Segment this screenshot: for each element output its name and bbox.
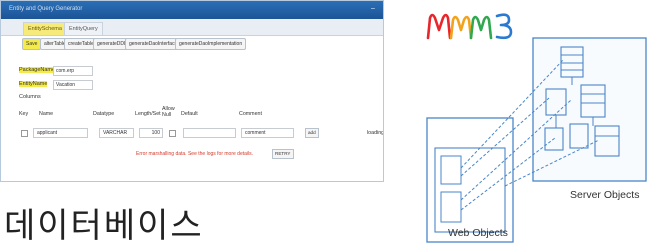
diagram-svg [426,13,647,243]
architecture-diagram: Server Objects [405,0,647,244]
package-name-label: PackageName [19,67,56,73]
retry-button[interactable]: RETRY [272,149,294,159]
server-objects-label: Server Objects [570,189,640,201]
column-header-name: Name [39,111,54,117]
tab-bar: EntitySchema EntityQuery [1,19,383,36]
key-checkbox[interactable] [21,130,28,137]
entity-name-input[interactable]: Vacation [53,80,93,90]
generate-dao-implementation-button[interactable]: generateDaoImplementation [175,38,247,50]
column-header-key: Key [19,111,29,117]
length-input[interactable]: 100 [139,128,163,138]
tab-entity-query[interactable]: EntityQuery [64,22,103,35]
column-header-default: Default [181,111,198,117]
save-button[interactable]: Save [22,38,42,50]
comment-input[interactable]: comment [241,128,294,138]
web-objects-label: Web Objects [448,227,508,239]
mw3-logo [426,13,513,40]
app-window: Entity and Query Generator – EntitySchem… [0,0,384,182]
error-message: Error marshalling data. See the logs for… [136,151,253,157]
columns-label: Columns [19,94,41,100]
allow-null-checkbox[interactable] [169,130,176,137]
datatype-select[interactable]: VARCHAR [99,128,134,138]
generate-dao-interface-button[interactable]: generateDaoInterface [125,38,182,50]
column-header-comment: Comment [239,111,262,117]
app-title-bar: Entity and Query Generator – [1,1,383,19]
app-title: Entity and Query Generator [9,6,83,12]
column-header-allow-null: Allow Null [162,106,175,118]
tab-entity-schema[interactable]: EntitySchema [23,22,67,35]
minimize-icon[interactable]: – [369,5,377,13]
server-box [532,37,647,182]
column-header-length: Length/Set [135,111,161,117]
package-name-input[interactable]: com.erp [53,66,93,76]
column-name-input[interactable]: applicant [33,128,88,138]
web-box [426,117,514,243]
column-header-datatype: Datatype [93,111,115,117]
database-caption: 데이터베이스 [4,206,204,246]
toolbar: Save alterTable createTable generateDDL … [1,37,383,50]
add-button[interactable]: add [305,128,319,138]
loading-status: loading [367,130,384,136]
default-input[interactable] [183,128,236,138]
entity-name-label: EntityName [19,81,48,87]
